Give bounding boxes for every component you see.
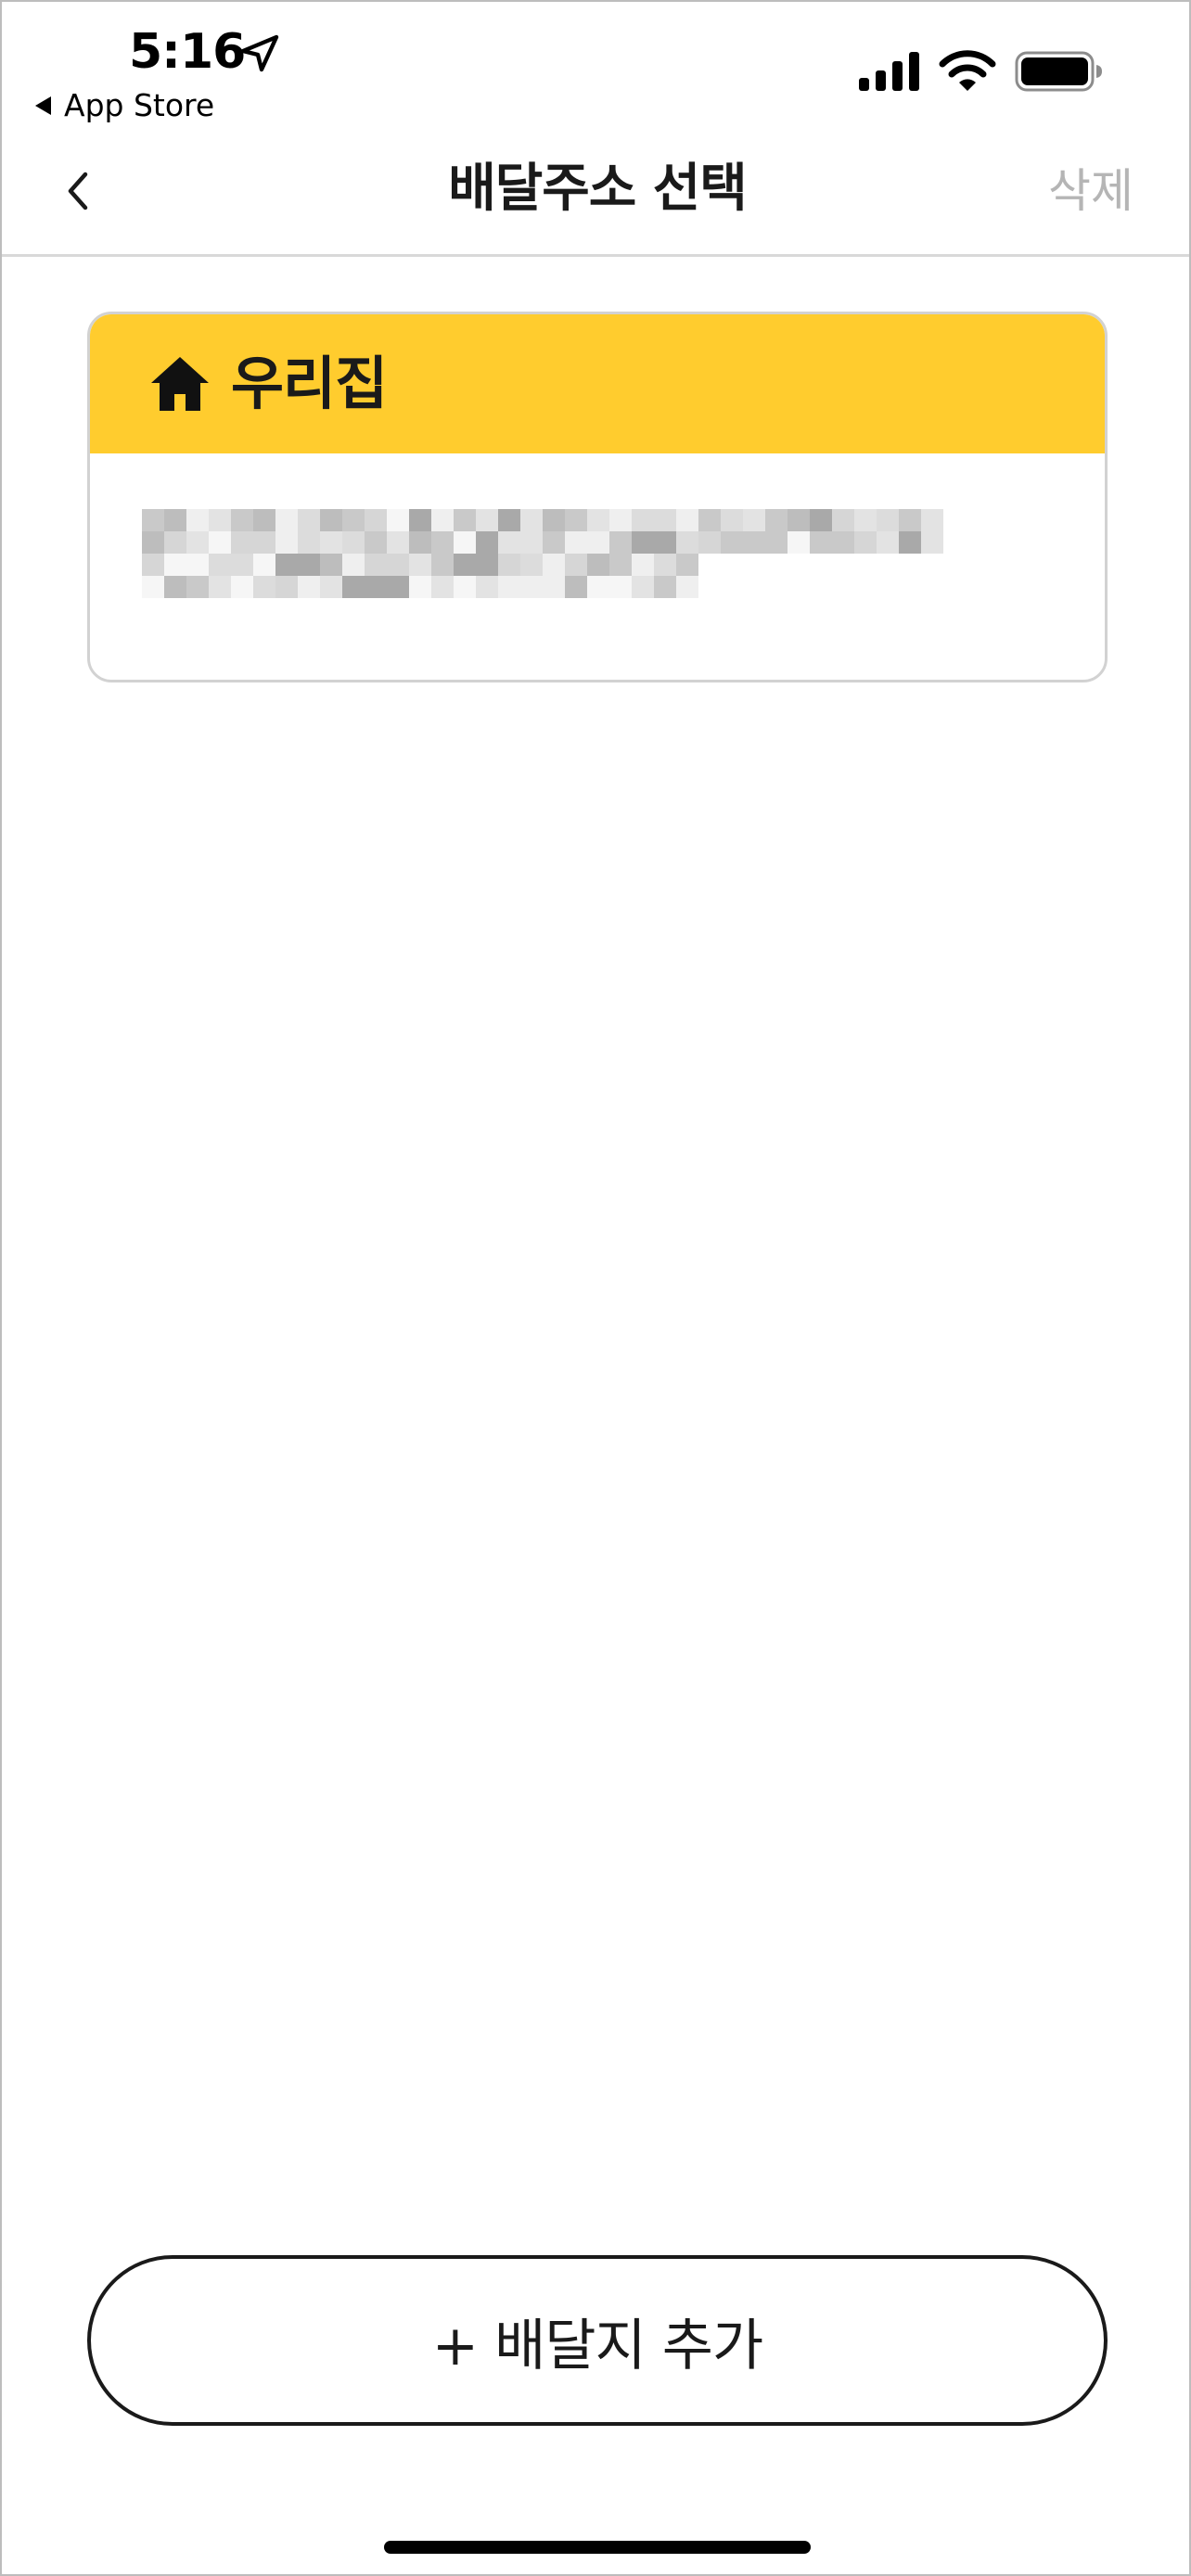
battery-icon	[1015, 51, 1102, 92]
page-title: 배달주소 선택	[448, 159, 748, 219]
cellular-signal-icon	[859, 52, 919, 91]
back-triangle-icon	[35, 96, 51, 115]
nav-divider	[2, 254, 1189, 257]
wifi-icon	[939, 50, 996, 91]
phone-screen: 5:16 App Store 배달주소 선택 삭제 우리집 + 배달지 추가	[0, 0, 1191, 2576]
redacted-address	[142, 509, 977, 639]
home-indicator	[384, 2541, 811, 2554]
home-icon	[151, 357, 209, 411]
location-arrow-icon	[240, 34, 279, 72]
back-to-app-store[interactable]: App Store	[35, 87, 214, 124]
delete-button[interactable]: 삭제	[1048, 159, 1133, 223]
address-card[interactable]: 우리집	[87, 312, 1108, 682]
add-address-button[interactable]: + 배달지 추가	[87, 2255, 1108, 2426]
address-card-header: 우리집	[90, 314, 1105, 453]
address-name: 우리집	[231, 350, 388, 417]
back-to-app-label: App Store	[64, 87, 215, 123]
status-time: 5:16	[129, 24, 246, 80]
